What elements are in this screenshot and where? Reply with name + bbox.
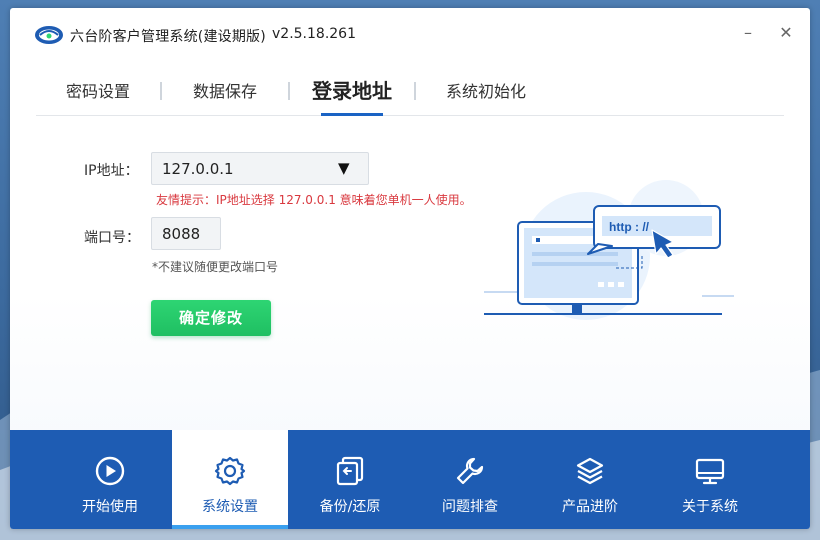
layers-icon [576,457,604,485]
title-bar: 六台阶客户管理系统(建设期版) v2.5.18.261 – ✕ [10,8,810,60]
ip-hint-text: 友情提示：IP地址选择 127.0.0.1 意味着您单机一人使用。 [156,193,472,207]
tab-password-settings[interactable]: 密码设置 [66,78,130,102]
nav-backup-restore[interactable]: 备份/还原 [292,430,408,529]
nav-about[interactable]: 关于系统 [652,430,768,529]
tab-divider [414,82,416,100]
play-circle-icon [95,456,125,486]
nav-label-settings: 系统设置 [202,499,258,515]
network-illustration: http : // [484,180,734,320]
port-note: *不建议随便更改端口号 [152,260,279,274]
tab-system-init[interactable]: 系统初始化 [446,78,526,102]
nav-label-about: 关于系统 [682,499,738,515]
tab-divider [160,82,162,100]
port-input[interactable] [151,217,221,250]
ip-address-label: IP地址： [84,163,139,179]
nav-label-start: 开始使用 [82,499,138,515]
app-logo [35,26,63,44]
nav-settings[interactable]: 系统设置 [172,430,288,529]
illustration-url-text: http : // [609,220,650,234]
nav-troubleshoot[interactable]: 问题排查 [412,430,528,529]
app-version: v2.5.18.261 [272,26,356,42]
close-button[interactable]: ✕ [774,22,798,46]
nav-advanced[interactable]: 产品进阶 [532,430,648,529]
backup-restore-icon [336,456,364,486]
nav-start[interactable]: 开始使用 [52,430,168,529]
gear-icon [214,456,246,486]
minimize-button[interactable]: – [736,22,760,46]
nav-label-backup-restore: 备份/还原 [319,499,381,515]
port-label: 端口号： [84,230,140,246]
nav-label-advanced: 产品进阶 [562,499,618,515]
settings-tabs: 密码设置 数据保存 登录地址 系统初始化 [36,70,784,116]
ip-address-value: 127.0.0.1 [162,160,234,178]
tab-divider [288,82,290,100]
confirm-change-button[interactable]: 确定修改 [151,300,271,336]
ip-address-select[interactable]: 127.0.0.1 ▼ [151,152,369,185]
app-window: 六台阶客户管理系统(建设期版) v2.5.18.261 – ✕ 密码设置 数据保… [10,8,810,529]
tab-login-address[interactable]: 登录地址 [312,75,392,104]
monitor-icon [695,458,725,485]
app-title: 六台阶客户管理系统(建设期版) [70,29,266,45]
bottom-navigation: 开始使用 系统设置 备份/还原 问题排查 产品进阶 关于系统 [10,430,810,529]
active-tab-indicator [321,113,383,116]
wrench-icon [456,457,484,485]
tab-data-storage[interactable]: 数据保存 [193,78,257,102]
dropdown-arrow-icon: ▼ [338,159,350,177]
nav-label-troubleshoot: 问题排查 [442,499,498,515]
